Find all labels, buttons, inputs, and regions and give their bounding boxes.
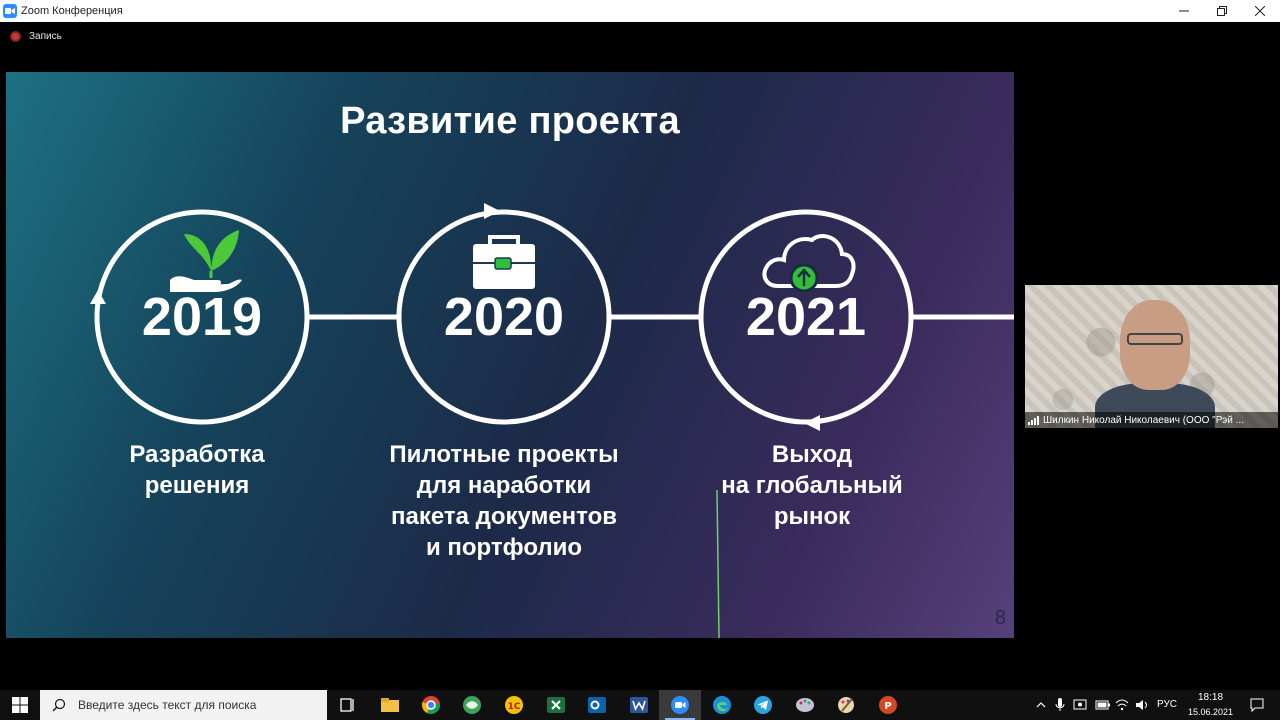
powerpoint-icon[interactable]: P bbox=[878, 695, 898, 715]
zoom-logo-icon bbox=[3, 4, 17, 18]
cycle-arrow-icon bbox=[484, 203, 500, 219]
input-language[interactable]: РУС bbox=[1157, 699, 1177, 710]
participant-namebar: Шилкин Николай Николаевич (ООО "Рэй ... bbox=[1025, 412, 1278, 428]
desc-line: для наработки bbox=[416, 472, 592, 499]
milestone-desc-2019: Разработка решения bbox=[47, 439, 347, 501]
cloud-upload-icon bbox=[762, 234, 856, 293]
paint-palette-icon[interactable] bbox=[836, 695, 856, 715]
milestone-desc-2020: Пилотные проекты для наработки пакета до… bbox=[354, 439, 654, 563]
desc-line: Разработка bbox=[129, 441, 265, 468]
cycle-arrow-icon bbox=[804, 415, 820, 431]
screen-share-icon[interactable] bbox=[1073, 698, 1087, 712]
volume-icon[interactable] bbox=[1135, 698, 1149, 712]
milestone-year-2020: 2020 bbox=[443, 287, 565, 347]
desc-line: рынок bbox=[773, 503, 851, 530]
telegram-icon[interactable] bbox=[753, 695, 773, 715]
clock-date[interactable]: 15.06.2021 bbox=[1188, 707, 1233, 717]
search-icon bbox=[52, 698, 66, 712]
desc-line: Выход bbox=[771, 441, 853, 468]
participant-head bbox=[1120, 300, 1190, 390]
desc-line: и портфолио bbox=[425, 534, 583, 561]
clock-time[interactable]: 18:18 bbox=[1198, 692, 1223, 703]
notifications-icon[interactable] bbox=[1249, 697, 1265, 713]
participant-name: Шилкин Николай Николаевич (ООО "Рэй ... bbox=[1043, 414, 1244, 426]
desc-line: на глобальный bbox=[721, 472, 903, 499]
close-button[interactable] bbox=[1241, 0, 1279, 22]
recording-label: Запись bbox=[29, 31, 62, 42]
milestone-year-2021: 2021 bbox=[745, 287, 867, 347]
svg-text:P: P bbox=[884, 701, 891, 712]
chrome-icon[interactable] bbox=[421, 695, 441, 715]
edge-icon[interactable] bbox=[712, 695, 732, 715]
start-button[interactable] bbox=[0, 690, 40, 720]
battery-icon[interactable] bbox=[1095, 698, 1111, 712]
milestone-year-2019: 2019 bbox=[141, 287, 263, 347]
chevron-up-icon[interactable] bbox=[1036, 700, 1046, 710]
excel-icon[interactable] bbox=[546, 695, 566, 715]
task-view-icon[interactable] bbox=[338, 695, 358, 715]
microphone-icon[interactable] bbox=[1055, 698, 1065, 712]
minimize-button[interactable] bbox=[1165, 0, 1203, 22]
slide-title: Развитие проекта bbox=[340, 100, 680, 142]
desc-line: решения bbox=[144, 472, 250, 499]
record-dot-icon bbox=[10, 31, 21, 42]
seedling-hand-icon bbox=[170, 230, 242, 292]
close-icon bbox=[1255, 6, 1265, 16]
slide-page-number: 8 bbox=[994, 607, 1006, 629]
svg-text:1С: 1С bbox=[508, 702, 521, 712]
desc-line: пакета документов bbox=[390, 503, 618, 530]
windows-taskbar: Введите здесь текст для поиска 1С P РУС … bbox=[0, 690, 1280, 720]
restore-icon bbox=[1217, 6, 1227, 16]
recording-indicator[interactable]: Запись bbox=[10, 31, 62, 42]
window-title: Zoom Конференция bbox=[21, 5, 123, 17]
file-explorer-icon[interactable] bbox=[380, 695, 400, 715]
windows-logo-icon bbox=[12, 697, 28, 713]
search-placeholder: Введите здесь текст для поиска bbox=[78, 698, 257, 712]
maps-app-icon[interactable] bbox=[462, 695, 482, 715]
desc-line: Пилотные проекты bbox=[389, 441, 619, 468]
taskbar-search-box[interactable]: Введите здесь текст для поиска bbox=[40, 690, 327, 720]
outlook-icon[interactable] bbox=[587, 695, 607, 715]
briefcase-icon bbox=[473, 235, 535, 289]
signal-strength-icon bbox=[1028, 415, 1039, 425]
window-titlebar: Zoom Конференция bbox=[0, 0, 1280, 22]
milestone-desc-2021: Выход на глобальный рынок bbox=[662, 439, 962, 532]
participant-video-tile[interactable]: Шилкин Николай Николаевич (ООО "Рэй ... bbox=[1025, 285, 1278, 428]
word-icon[interactable] bbox=[629, 695, 649, 715]
paint-app-icon[interactable] bbox=[795, 695, 815, 715]
1c-app-icon[interactable]: 1С bbox=[504, 695, 524, 715]
wifi-icon[interactable] bbox=[1115, 698, 1129, 712]
minimize-icon bbox=[1179, 10, 1189, 12]
maximize-button[interactable] bbox=[1203, 0, 1241, 22]
zoom-taskbar-icon[interactable] bbox=[670, 695, 690, 715]
participant-glasses bbox=[1127, 333, 1183, 345]
shared-slide: Развитие проекта 2019 2020 2021 Разработ… bbox=[6, 72, 1014, 638]
